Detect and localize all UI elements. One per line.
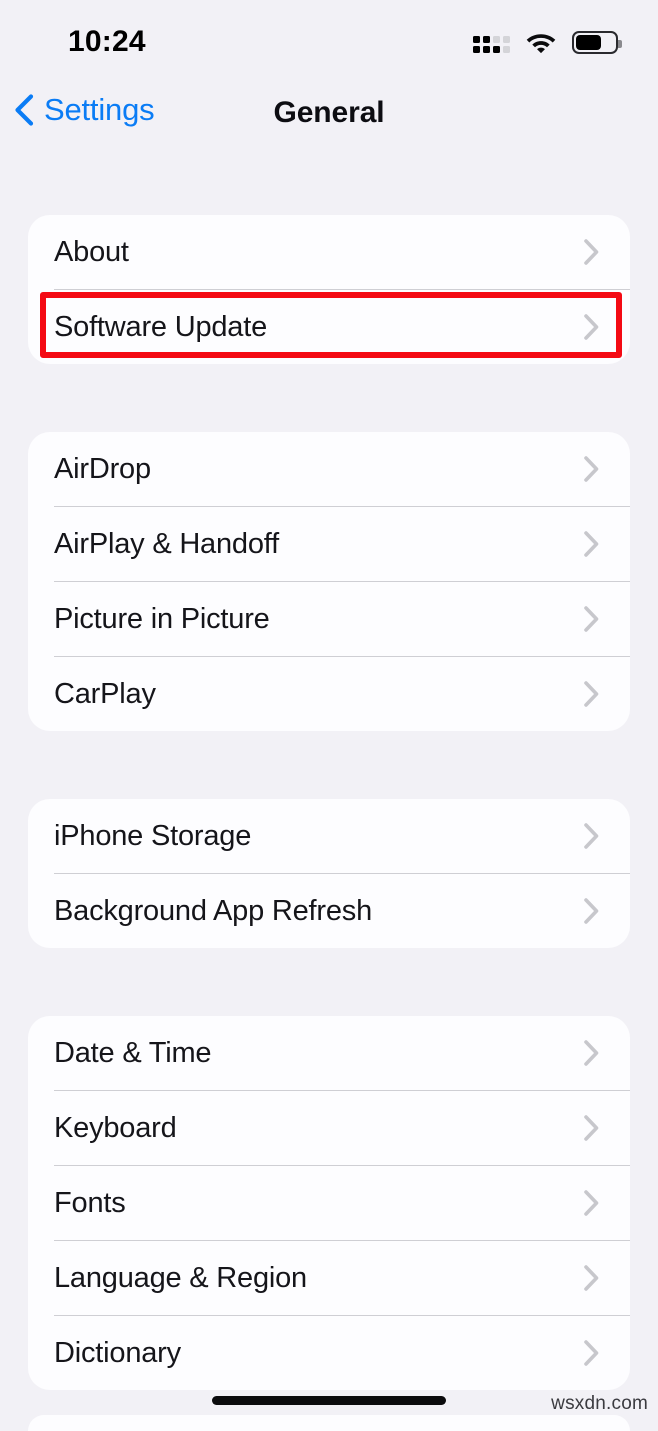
- settings-row-airdrop[interactable]: AirDrop: [28, 432, 630, 506]
- settings-group-storage: iPhone Storage Background App Refresh: [28, 799, 630, 948]
- list-item-label: Picture in Picture: [54, 602, 270, 635]
- status-bar-time: 10:24: [68, 25, 146, 58]
- settings-row-fonts[interactable]: Fonts: [28, 1166, 630, 1240]
- settings-row-airplay-handoff[interactable]: AirPlay & Handoff: [28, 507, 630, 581]
- settings-group-connectivity: AirDrop AirPlay & Handoff Picture in Pic…: [28, 432, 630, 731]
- list-item-label: Background App Refresh: [54, 894, 373, 927]
- list-item-label: AirDrop: [54, 452, 151, 485]
- wifi-icon: [526, 34, 556, 54]
- chevron-right-icon: [584, 456, 599, 482]
- settings-row-keyboard[interactable]: Keyboard: [28, 1091, 630, 1165]
- settings-row-date-time[interactable]: Date & Time: [28, 1016, 630, 1090]
- chevron-right-icon: [584, 606, 599, 632]
- chevron-right-icon: [584, 314, 599, 340]
- list-item-label: Language & Region: [54, 1261, 307, 1294]
- settings-row-iphone-storage[interactable]: iPhone Storage: [28, 799, 630, 873]
- list-item-label: Fonts: [54, 1186, 126, 1219]
- chevron-right-icon: [584, 1190, 599, 1216]
- status-bar-icons: [473, 30, 622, 54]
- list-item-label: About: [54, 235, 129, 268]
- list-item-label: Keyboard: [54, 1111, 177, 1144]
- settings-row-dictionary[interactable]: Dictionary: [28, 1316, 630, 1390]
- list-item-label: Date & Time: [54, 1036, 212, 1069]
- chevron-right-icon: [584, 898, 599, 924]
- list-item-label: Software Update: [54, 310, 268, 343]
- chevron-right-icon: [584, 531, 599, 557]
- chevron-right-icon: [584, 823, 599, 849]
- chevron-right-icon: [584, 239, 599, 265]
- cellular-signal-icon: [473, 31, 510, 53]
- next-settings-group-partial: [28, 1415, 630, 1431]
- navigation-bar: Settings General: [0, 78, 658, 158]
- settings-group-localization: Date & Time Keyboard Fonts Language & Re…: [28, 1016, 630, 1390]
- settings-row-software-update[interactable]: Software Update: [28, 290, 630, 364]
- status-bar: 10:24: [0, 0, 658, 78]
- settings-row-language-region[interactable]: Language & Region: [28, 1241, 630, 1315]
- chevron-right-icon: [584, 1340, 599, 1366]
- home-indicator[interactable]: [212, 1396, 446, 1405]
- settings-row-carplay[interactable]: CarPlay: [28, 657, 630, 731]
- chevron-right-icon: [584, 1265, 599, 1291]
- list-item-label: CarPlay: [54, 677, 156, 710]
- watermark: wsxdn.com: [551, 1393, 648, 1414]
- chevron-right-icon: [584, 1115, 599, 1141]
- page-title: General: [273, 96, 385, 129]
- chevron-right-icon: [584, 681, 599, 707]
- settings-row-background-app-refresh[interactable]: Background App Refresh: [28, 874, 630, 948]
- list-item-label: AirPlay & Handoff: [54, 527, 279, 560]
- list-item-label: iPhone Storage: [54, 819, 252, 852]
- list-item-label: Dictionary: [54, 1336, 181, 1369]
- battery-icon: [572, 30, 622, 54]
- settings-row-about[interactable]: About: [28, 215, 630, 289]
- settings-list: About Software Update AirDrop AirPlay & …: [0, 158, 658, 1390]
- chevron-right-icon: [584, 1040, 599, 1066]
- settings-group-system: About Software Update: [28, 215, 630, 364]
- settings-row-picture-in-picture[interactable]: Picture in Picture: [28, 582, 630, 656]
